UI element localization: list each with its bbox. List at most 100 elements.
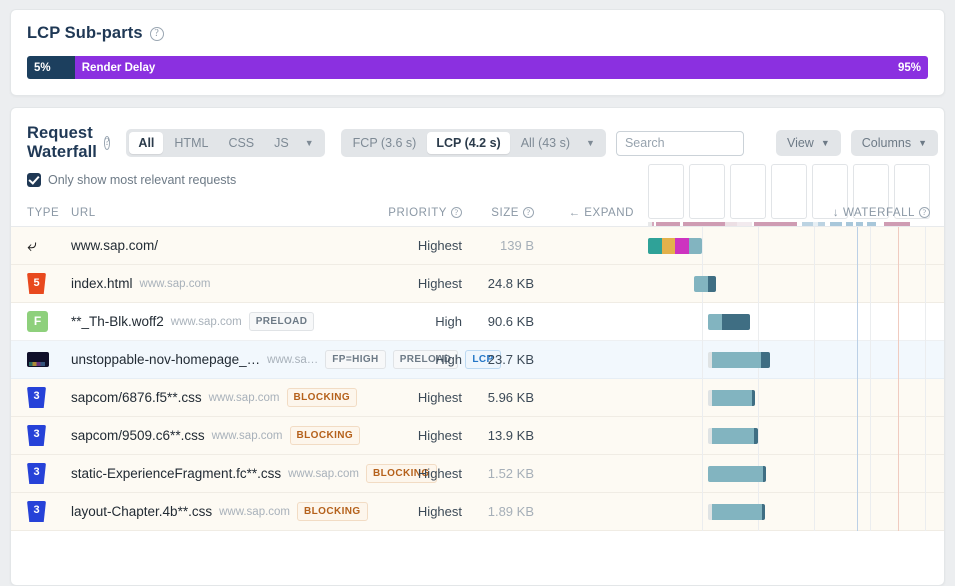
page-root: LCP Sub-parts ? 5% Render Delay 95% Requ…	[0, 9, 955, 586]
row-priority-cell: High	[435, 314, 462, 329]
table-row[interactable]: F **_Th-Blk.woff2 www.sap.com PRELOAD High 90…	[11, 302, 944, 341]
request-tag[interactable]: BLOCKING	[286, 388, 358, 407]
waterfall-bar[interactable]	[708, 351, 771, 368]
type-filter-css[interactable]: CSS	[219, 132, 263, 154]
relevant-requests-label: Only show most relevant requests	[48, 173, 237, 187]
waterfall-bar[interactable]	[708, 389, 755, 406]
column-header-url[interactable]: URL	[71, 207, 350, 219]
row-size-cell: 23.7 KB	[487, 352, 534, 367]
column-header-size-label: SIZE	[491, 206, 519, 219]
waterfall-bar[interactable]	[708, 427, 758, 444]
table-row[interactable]: 3 layout-Chapter.4b**.css www.sap.com BLOCK…	[11, 492, 944, 531]
type-filter-all[interactable]: All	[129, 132, 164, 154]
row-url-cell[interactable]: index.html www.sap.com	[71, 276, 350, 291]
row-type-cell: F	[27, 311, 71, 332]
row-waterfall-cell[interactable]	[634, 226, 944, 265]
row-url-cell[interactable]: sapcom/9509.c6**.css www.sap.com BLOCKING	[71, 426, 361, 445]
table-row[interactable]: 3 static-ExperienceFragment.fc**.css www.s…	[11, 454, 944, 493]
row-url-cell[interactable]: sapcom/6876.f5**.css www.sap.com BLOCKING	[71, 388, 358, 407]
row-waterfall-cell[interactable]	[634, 416, 944, 455]
column-header-expand[interactable]: ← EXPAND	[534, 207, 634, 219]
table-row[interactable]: ⤶ www.sap.com/Highest 139 B	[11, 226, 944, 265]
waterfall-gridlines	[634, 378, 944, 417]
search-input[interactable]	[615, 130, 744, 156]
waterfall-bar[interactable]	[708, 503, 765, 520]
row-type-cell: 3	[27, 425, 71, 446]
row-waterfall-cell[interactable]	[634, 340, 944, 379]
column-header-type[interactable]: TYPE	[27, 207, 71, 219]
row-type-cell: 5	[27, 273, 71, 294]
row-waterfall-cell[interactable]	[634, 492, 944, 531]
waterfall-bar[interactable]	[708, 465, 766, 482]
row-waterfall-cell[interactable]	[634, 454, 944, 493]
type-filter-chevron-down-icon[interactable]: ▼	[300, 134, 322, 152]
waterfall-bar[interactable]	[647, 237, 702, 254]
chevron-down-icon: ▼	[820, 138, 830, 148]
lcp-subparts-header: LCP Sub-parts ?	[27, 24, 928, 43]
row-size-cell: 5.96 KB	[487, 390, 534, 405]
column-header-priority[interactable]: PRIORITY ?	[350, 207, 462, 219]
columns-button[interactable]: Columns ▼	[850, 130, 938, 156]
help-circle-icon[interactable]: ?	[451, 207, 462, 218]
image-thumbnail-icon	[27, 352, 49, 367]
waterfall-bar[interactable]	[708, 313, 751, 330]
table-row[interactable]: 3 sapcom/9509.c6**.css www.sap.com BLOCKING…	[11, 416, 944, 455]
row-waterfall-cell[interactable]	[634, 302, 944, 341]
row-url-host: www.sap.com	[170, 315, 242, 328]
column-header-waterfall-label: ↓ WATERFALL	[832, 206, 915, 219]
range-filter-all[interactable]: All (43 s)	[512, 132, 579, 154]
waterfall-bar-segment	[712, 351, 762, 368]
waterfall-bar-segment	[752, 389, 755, 406]
lcp-render-delay-label: Render Delay	[81, 61, 156, 74]
column-header-waterfall[interactable]: ↓ WATERFALL ?	[634, 207, 944, 219]
type-filter-html[interactable]: HTML	[165, 132, 217, 154]
type-filter-js[interactable]: JS	[265, 132, 298, 154]
row-url-host: www.sap.com	[208, 391, 280, 404]
row-url-host: www.sap.com	[211, 429, 283, 442]
help-circle-icon[interactable]: ?	[919, 207, 930, 218]
column-header-size[interactable]: SIZE ?	[462, 207, 534, 219]
help-circle-icon[interactable]: ?	[103, 136, 111, 150]
row-url-text: unstoppable-nov-homepage_…	[71, 352, 261, 367]
waterfall-bar-segment	[694, 275, 708, 292]
range-filter-lcp[interactable]: LCP (4.2 s)	[427, 132, 510, 154]
help-circle-icon[interactable]: ?	[523, 207, 534, 218]
waterfall-gridlines	[634, 416, 944, 455]
lcp-segment-render-delay[interactable]: Render Delay 95%	[74, 56, 928, 79]
waterfall-bar-segment	[708, 465, 763, 482]
waterfall-bar-segment	[712, 427, 755, 444]
row-url-text: sapcom/6876.f5**.css	[71, 390, 202, 405]
row-url-cell[interactable]: www.sap.com/	[71, 238, 350, 253]
requests-table-body: ⤶ www.sap.com/Highest 139 B 5 index.html www.…	[11, 226, 944, 531]
row-url-cell[interactable]: layout-Chapter.4b**.css www.sap.com BLOCKI…	[71, 502, 368, 521]
row-size-cell: 13.9 KB	[487, 428, 534, 443]
table-row[interactable]: 5 index.html www.sap.com Highest 24.8 KB	[11, 264, 944, 303]
row-url-text: layout-Chapter.4b**.css	[71, 504, 213, 519]
css3-icon: 3	[27, 387, 46, 408]
css3-icon: 3	[27, 463, 46, 484]
waterfall-title: Request Waterfall	[27, 124, 97, 161]
table-row[interactable]: 3 sapcom/6876.f5**.css www.sap.com BLOCKING…	[11, 378, 944, 417]
help-circle-icon[interactable]: ?	[149, 26, 164, 41]
relevant-requests-checkbox[interactable]	[27, 173, 41, 187]
table-row[interactable]: unstoppable-nov-homepage_… www.sa… FP=HIGH…	[11, 340, 944, 379]
row-url-cell[interactable]: **_Th-Blk.woff2 www.sap.com PRELOAD	[71, 312, 350, 331]
row-type-cell: ⤶	[27, 236, 71, 256]
row-url-cell[interactable]: unstoppable-nov-homepage_… www.sa… FP=HIGH…	[71, 350, 501, 369]
row-waterfall-cell[interactable]	[634, 378, 944, 417]
request-tag[interactable]: PRELOAD	[248, 312, 315, 331]
waterfall-bar-segment	[712, 503, 762, 520]
row-url-cell[interactable]: static-ExperienceFragment.fc**.css www.sa…	[71, 464, 437, 483]
row-waterfall-cell[interactable]	[634, 264, 944, 303]
row-priority-cell: Highest	[417, 390, 462, 405]
waterfall-gridlines	[634, 454, 944, 493]
lcp-segment-ttfb[interactable]: 5%	[27, 56, 75, 79]
view-button[interactable]: View ▼	[775, 130, 841, 156]
row-size-cell: 139 B	[500, 238, 534, 253]
range-filter-fcp[interactable]: FCP (3.6 s)	[344, 132, 426, 154]
range-filter-chevron-down-icon[interactable]: ▼	[581, 134, 603, 152]
waterfall-bar[interactable]	[694, 275, 716, 292]
css3-icon: 3	[27, 501, 46, 522]
waterfall-bar-segment	[647, 237, 663, 254]
view-button-label: View	[786, 136, 814, 150]
